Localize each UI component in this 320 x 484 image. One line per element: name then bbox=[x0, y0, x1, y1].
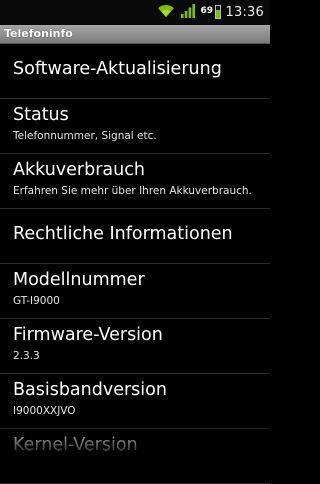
item-title: Modellnummer bbox=[13, 270, 145, 290]
list-item-legal-info[interactable]: Rechtliche Informationen bbox=[0, 209, 270, 264]
page-title: Telefoninfo bbox=[4, 27, 73, 40]
item-subtitle: I9000XXJVO bbox=[13, 405, 76, 417]
list-item-software-update[interactable]: Software-Aktualisierung bbox=[0, 44, 270, 99]
item-title: Rechtliche Informationen bbox=[13, 224, 233, 244]
battery-icon: 69 bbox=[201, 4, 221, 21]
item-subtitle: Erfahren Sie mehr über Ihren Akkuverbrau… bbox=[13, 185, 252, 197]
list-item-battery-usage[interactable]: Akkuverbrauch Erfahren Sie mehr über Ihr… bbox=[0, 154, 270, 209]
item-title: Akkuverbrauch bbox=[13, 160, 145, 180]
status-bar: 69 13:36 bbox=[0, 0, 270, 25]
list-item-firmware-version[interactable]: Firmware-Version 2.3.3 bbox=[0, 319, 270, 374]
item-title: Software-Aktualisierung bbox=[13, 59, 222, 79]
item-title: Kernel-Version bbox=[13, 435, 138, 455]
title-bar: Telefoninfo bbox=[0, 25, 270, 44]
clock: 13:36 bbox=[225, 5, 264, 20]
item-subtitle: GT-I9000 bbox=[13, 295, 60, 307]
item-title: Status bbox=[13, 105, 69, 125]
item-title: Basisbandversion bbox=[13, 380, 167, 400]
item-title: Firmware-Version bbox=[13, 325, 163, 345]
list-item-model-number: Modellnummer GT-I9000 bbox=[0, 264, 270, 319]
item-subtitle: 2.3.3 bbox=[13, 350, 40, 362]
battery-level: 69 bbox=[200, 6, 214, 16]
settings-list: Software-Aktualisierung Status Telefonnu… bbox=[0, 44, 270, 484]
item-subtitle: Telefonnummer, Signal etc. bbox=[13, 130, 157, 142]
list-item-status[interactable]: Status Telefonnummer, Signal etc. bbox=[0, 99, 270, 154]
list-item-baseband-version: Basisbandversion I9000XXJVO bbox=[0, 374, 270, 429]
wifi-icon bbox=[157, 3, 175, 22]
list-item-kernel-version: Kernel-Version bbox=[0, 429, 270, 484]
signal-icon bbox=[180, 3, 196, 22]
